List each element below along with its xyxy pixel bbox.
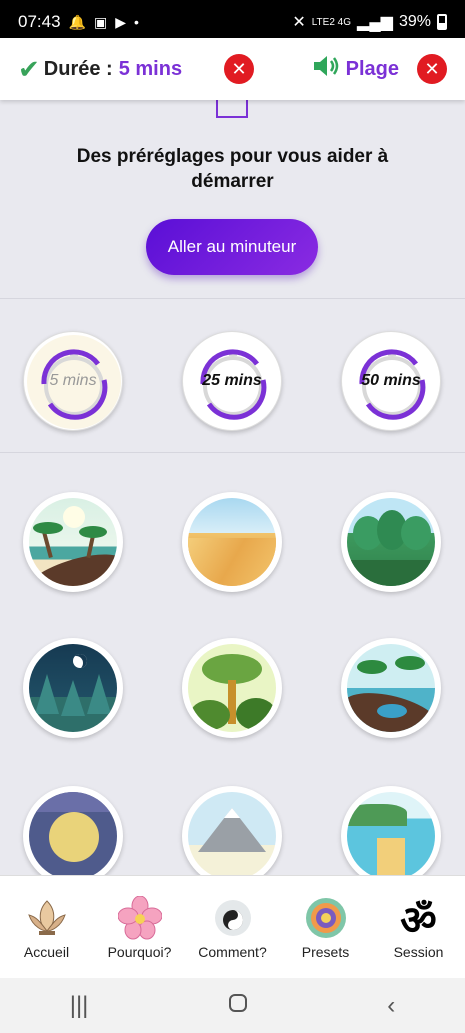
lake-scene-image [347,792,435,875]
notification-icons: 🔔 ▣ ▶ • [69,14,139,31]
nav-item-comment[interactable]: Comment? [188,876,278,978]
mandala-icon [304,896,348,940]
forest-scene-image [347,498,435,586]
divider [0,298,465,299]
battery-percent: 39% [398,13,431,30]
desert-scene-image [188,498,276,586]
sound-label: Plage [345,57,399,80]
flower-icon [117,896,162,940]
signal-icon: ▂▄▆ [357,14,393,31]
nav-label: Accueil [23,944,70,960]
home-icon[interactable] [228,992,248,1020]
nav-label: Presets [301,944,350,960]
check-icon: ✔ [18,53,40,84]
clear-sound-button[interactable]: ✕ [417,54,447,84]
presets-header-icon [216,100,248,118]
youtube-icon: ▶ [115,13,126,30]
scene-night-forest[interactable] [23,638,123,738]
recents-icon[interactable]: ||| [70,992,89,1020]
nav-label: Session [393,944,444,960]
battery-icon [437,14,447,30]
bell-icon: 🔔 [68,13,86,30]
jungle-scene-image [188,644,276,732]
page-title: Des préréglages pour vous aider à démarr… [76,146,389,192]
mountain-scene-image [188,792,276,875]
divider [0,452,465,453]
scene-cave[interactable] [23,786,123,875]
om-icon: ॐ [400,898,437,943]
lotus-icon [25,896,69,940]
scene-tropical-island[interactable] [341,638,441,738]
yin-yang-icon [211,896,255,940]
sound-display: Plage [312,54,399,84]
scene-desert[interactable] [182,492,282,592]
dot-icon: • [134,14,139,30]
network-label: LTE2 4G [311,16,352,28]
back-icon[interactable]: ‹ [387,992,395,1020]
nav-item-pourquoi[interactable]: Pourquoi? [95,876,185,978]
status-time: 07:43 [18,12,61,31]
preset-timer-50[interactable]: 50 mins [341,331,441,431]
nav-label: Pourquoi? [107,944,172,960]
timer-label: 5 mins [49,372,97,389]
clear-duration-button[interactable]: ✕ [224,54,255,84]
go-to-timer-button[interactable]: Aller au minuteur [146,219,318,275]
speaker-icon [312,54,340,84]
image-icon: ▣ [93,13,108,30]
tropical-island-scene-image [347,644,435,732]
duration-display: ✔ Durée : 5 mins [18,54,182,85]
night-forest-scene-image [29,644,117,732]
mute-icon: ✕ [292,14,306,31]
nav-item-accueil[interactable]: Accueil [2,876,92,978]
presets-content: Des préréglages pour vous aider à démarr… [0,100,465,875]
nav-item-presets[interactable]: Presets [281,876,371,978]
bottom-navigation: Accueil Pourquoi? Comment? Presets ॐ Ses… [0,875,465,978]
cave-scene-image [29,792,117,875]
nav-item-session[interactable]: ॐ Session [374,876,464,978]
duration-label: Durée : [43,57,113,80]
system-navigation-bar: ||| ‹ [0,978,465,1033]
preset-timer-5[interactable]: 5 mins [23,331,123,431]
scene-beach[interactable] [23,492,123,592]
scene-mountain[interactable] [182,786,282,875]
timer-label: 50 mins [361,372,421,389]
nav-label: Comment? [198,944,267,960]
scene-forest[interactable] [341,492,441,592]
scene-lake[interactable] [341,786,441,875]
session-summary-bar: ✔ Durée : 5 mins ✕ Plage ✕ [0,38,465,100]
scene-jungle[interactable] [182,638,282,738]
timer-label: 25 mins [202,372,262,389]
preset-timer-25[interactable]: 25 mins [182,331,282,431]
duration-value: 5 mins [118,57,183,80]
beach-scene-image [29,498,117,586]
